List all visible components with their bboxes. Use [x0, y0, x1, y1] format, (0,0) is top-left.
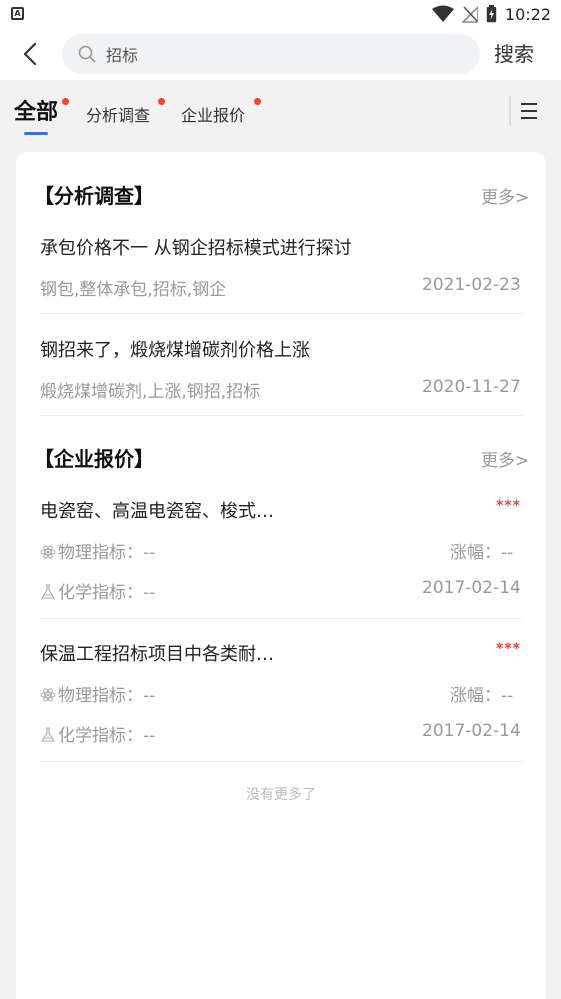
- tab-analysis-badge: [158, 98, 165, 105]
- divider: [40, 313, 523, 314]
- search-input[interactable]: [104, 43, 448, 65]
- analysis-more-link[interactable]: 更多>: [481, 183, 529, 208]
- status-bar: A 10:22: [0, 0, 561, 28]
- analysis-item-title[interactable]: 钢招来了，煅烧煤增碳剂价格上涨: [40, 336, 310, 362]
- status-icons: 10:22: [431, 3, 551, 25]
- no-more-text: 没有更多了: [246, 787, 316, 803]
- category-tabs: 全部 分析调查 企业报价: [0, 80, 561, 140]
- tab-analysis-label: 分析调查: [86, 106, 151, 125]
- analysis-item-date: 2021-02-23: [422, 275, 521, 295]
- clock: 10:22: [504, 4, 551, 24]
- quote-item-physical-label: 物理指标：--: [58, 543, 156, 563]
- back-button[interactable]: [14, 36, 46, 72]
- divider: [40, 761, 523, 762]
- quote-item-title[interactable]: 电瓷窑、高温电瓷窑、梭式…: [40, 497, 274, 523]
- battery-icon: [486, 5, 497, 23]
- analysis-item-tags: 煅烧煤增碳剂,上涨,钢招,招标: [40, 382, 261, 402]
- atom-icon: [40, 688, 56, 702]
- search-button[interactable]: 搜索: [494, 38, 534, 67]
- analysis-item-tags: 钢包,整体承包,招标,钢企: [40, 280, 227, 300]
- wifi-icon: [431, 5, 454, 22]
- page: A 10:22 招标 搜索 全部 分析调查 企业报价 【分析调查】 更多> 承包…: [0, 0, 561, 999]
- quote-item-chemical-label: 化学指标：--: [58, 583, 156, 603]
- analysis-item-date: 2020-11-27: [422, 377, 521, 397]
- quote-item-chemical-label: 化学指标：--: [58, 726, 156, 746]
- flask-icon: [41, 727, 55, 742]
- active-tab-indicator: [24, 132, 48, 135]
- chevron-left-icon: [23, 42, 37, 66]
- tab-company-quote-label: 企业报价: [181, 106, 246, 125]
- search-header: 搜索: [0, 28, 561, 80]
- tab-divider: [509, 96, 511, 126]
- quote-item-chemical: 化学指标：--: [40, 578, 155, 603]
- analysis-section-title: 【分析调查】: [34, 184, 154, 208]
- no-signal-icon: [461, 5, 478, 23]
- quote-item-rating: ***: [496, 498, 521, 514]
- quote-item-change: 涨幅：--: [450, 686, 514, 706]
- tab-analysis[interactable]: 分析调查: [86, 102, 150, 126]
- tab-all-badge: [62, 98, 69, 105]
- divider: [40, 415, 523, 416]
- quotes-section-title: 【企业报价】: [34, 447, 154, 471]
- tab-all[interactable]: 全部: [14, 94, 58, 126]
- flask-icon: [41, 584, 55, 599]
- quote-item-title[interactable]: 保温工程招标项目中各类耐…: [40, 640, 274, 666]
- quote-item-chemical: 化学指标：--: [40, 721, 155, 746]
- quote-item-change: 涨幅：--: [450, 543, 514, 563]
- atom-icon: [40, 545, 56, 559]
- quote-item-physical: 物理指标：--: [40, 681, 155, 706]
- quote-item-date: 2017-02-14: [422, 721, 521, 741]
- search-bar[interactable]: [62, 34, 480, 74]
- quotes-more-link[interactable]: 更多>: [481, 446, 529, 471]
- analysis-item-title[interactable]: 承包价格不一 从钢企招标模式进行探讨: [40, 234, 352, 260]
- tab-company-quote-badge: [254, 98, 261, 105]
- results-card: 【分析调查】 更多> 承包价格不一 从钢企招标模式进行探讨 钢包,整体承包,招标…: [16, 152, 546, 999]
- quote-item-date: 2017-02-14: [422, 578, 521, 598]
- quote-item-rating: ***: [496, 641, 521, 657]
- quote-item-physical: 物理指标：--: [40, 538, 155, 563]
- tab-company-quote[interactable]: 企业报价: [181, 102, 245, 126]
- divider: [40, 618, 523, 619]
- app-notification-icon: A: [11, 7, 24, 20]
- quote-item-physical-label: 物理指标：--: [58, 686, 156, 706]
- tab-all-label: 全部: [14, 100, 59, 125]
- search-icon: [78, 45, 96, 63]
- hamburger-menu-icon[interactable]: [518, 100, 542, 122]
